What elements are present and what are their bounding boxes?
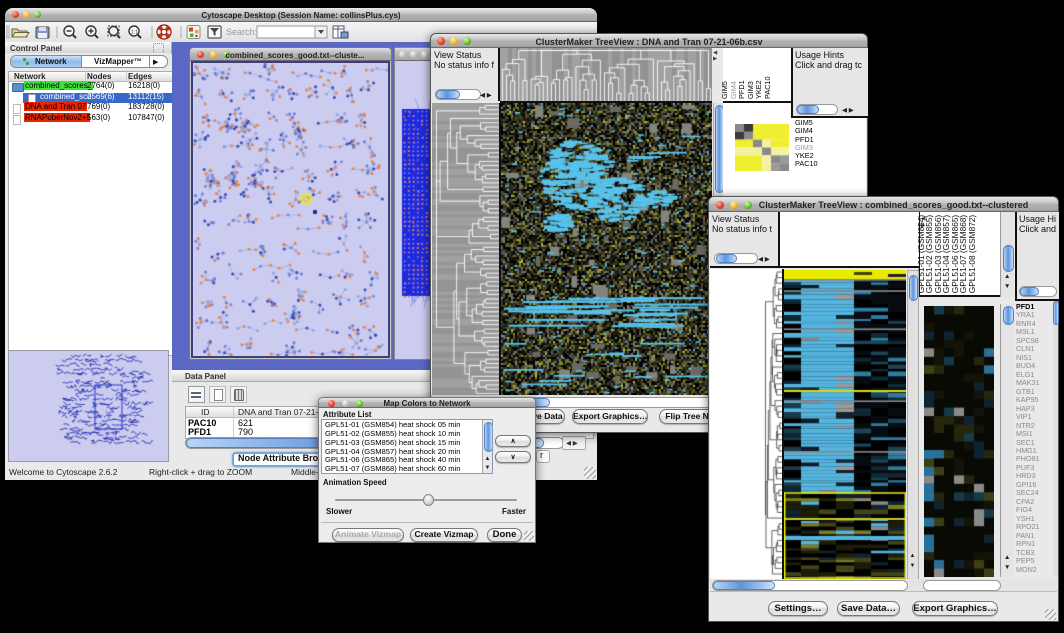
svg-text:Search:: Search:: [226, 27, 257, 37]
svg-text:1:1: 1:1: [131, 30, 138, 36]
